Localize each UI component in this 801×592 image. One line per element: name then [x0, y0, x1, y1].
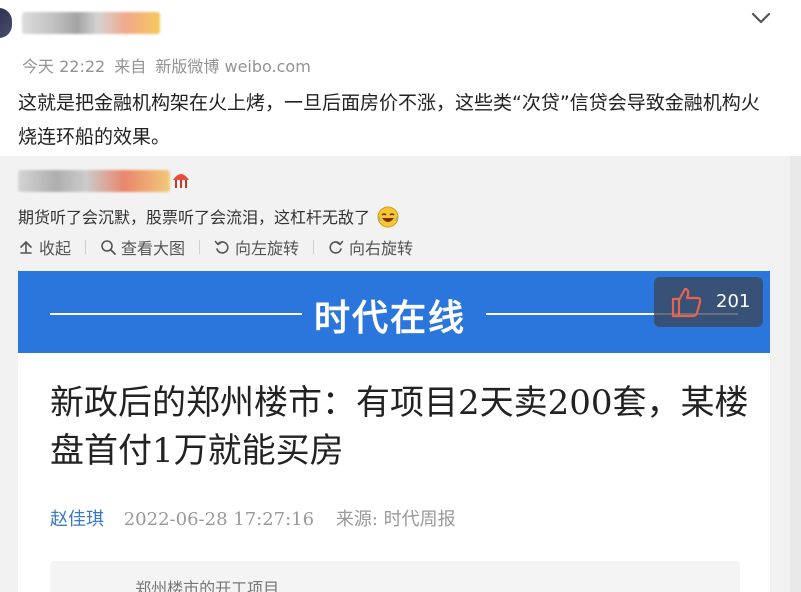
rotate-right-label: 向右旋转 — [349, 239, 414, 258]
collapse-button[interactable]: 收起 — [18, 235, 71, 259]
post-meta: 今天 22:22 来自 新版微博 weibo.com — [22, 53, 315, 77]
article-quote-text: …… 郑州楼市的开工项目…… — [98, 579, 312, 592]
post-body: 这就是把金融机构架在火上烤，一旦后面房价不涨，这些类“次贷”信贷会导致金融机构火… — [18, 92, 760, 148]
post-source-prefix: 来自 — [114, 57, 147, 76]
article-byline: 赵佳琪 2022-06-28 17:27:16 来源: 时代周报 — [50, 505, 456, 531]
toolbar-divider — [313, 240, 315, 254]
toolbar-divider — [85, 240, 87, 254]
chevron-down-icon[interactable] — [749, 6, 773, 30]
article-author[interactable]: 赵佳琪 — [50, 509, 104, 530]
image-toolbar: 收起 查看大图 向左旋转 向右旋转 — [18, 236, 413, 258]
view-large-label: 查看大图 — [121, 239, 186, 258]
laughing-tears-icon — [377, 206, 399, 228]
banner-divider-left — [50, 313, 302, 315]
avatar[interactable] — [0, 8, 12, 38]
view-large-button[interactable]: 查看大图 — [100, 235, 185, 259]
rotate-right-icon — [329, 240, 344, 254]
rotate-left-label: 向左旋转 — [235, 239, 300, 258]
article-source: 来源: 时代周报 — [335, 509, 456, 530]
like-count: 201 — [716, 291, 751, 312]
repost-comment-text: 期货听了会沉默，股票听了会流泪，这杠杆无敌了 — [18, 208, 371, 227]
repost-card: 期货听了会沉默，股票听了会流泪，这杠杆无敌了 收起 查看大图 向左旋转 向右旋转… — [0, 156, 801, 592]
like-button[interactable]: 201 — [654, 277, 763, 327]
article-headline: 新政后的郑州楼市：有项目2天卖200套，某楼盘首付1万就能买房 — [50, 383, 749, 471]
article-quote-box: …… 郑州楼市的开工项目…… — [50, 561, 740, 592]
scrollbar[interactable] — [790, 156, 801, 592]
post-header: 今天 22:22 来自 新版微博 weibo.com — [0, 0, 801, 78]
rotate-right-button[interactable]: 向右旋转 — [328, 235, 413, 259]
collapse-icon — [20, 240, 32, 254]
thumbs-up-icon — [671, 287, 702, 318]
rotate-left-icon — [214, 240, 229, 254]
collapse-label: 收起 — [39, 239, 72, 258]
article-image[interactable]: 时代在线 201 新政后的郑州楼市：有项目2天卖200套，某楼盘首付1万就能买房… — [18, 271, 770, 592]
banner-title: 时代在线 — [314, 297, 467, 339]
post-source[interactable]: 新版微博 weibo.com — [155, 57, 310, 76]
rotate-left-button[interactable]: 向左旋转 — [214, 235, 299, 259]
repost-comment: 期货听了会沉默，股票听了会流泪，这杠杆无敌了 — [18, 204, 399, 228]
article-datetime: 2022-06-28 17:27:16 — [123, 509, 315, 530]
badge-icon — [173, 174, 189, 188]
repost-username-blurred[interactable] — [18, 170, 170, 192]
post-timestamp[interactable]: 今天 22:22 — [22, 57, 105, 76]
username-blurred[interactable] — [22, 12, 160, 34]
search-icon — [101, 240, 116, 255]
toolbar-divider — [199, 240, 201, 254]
